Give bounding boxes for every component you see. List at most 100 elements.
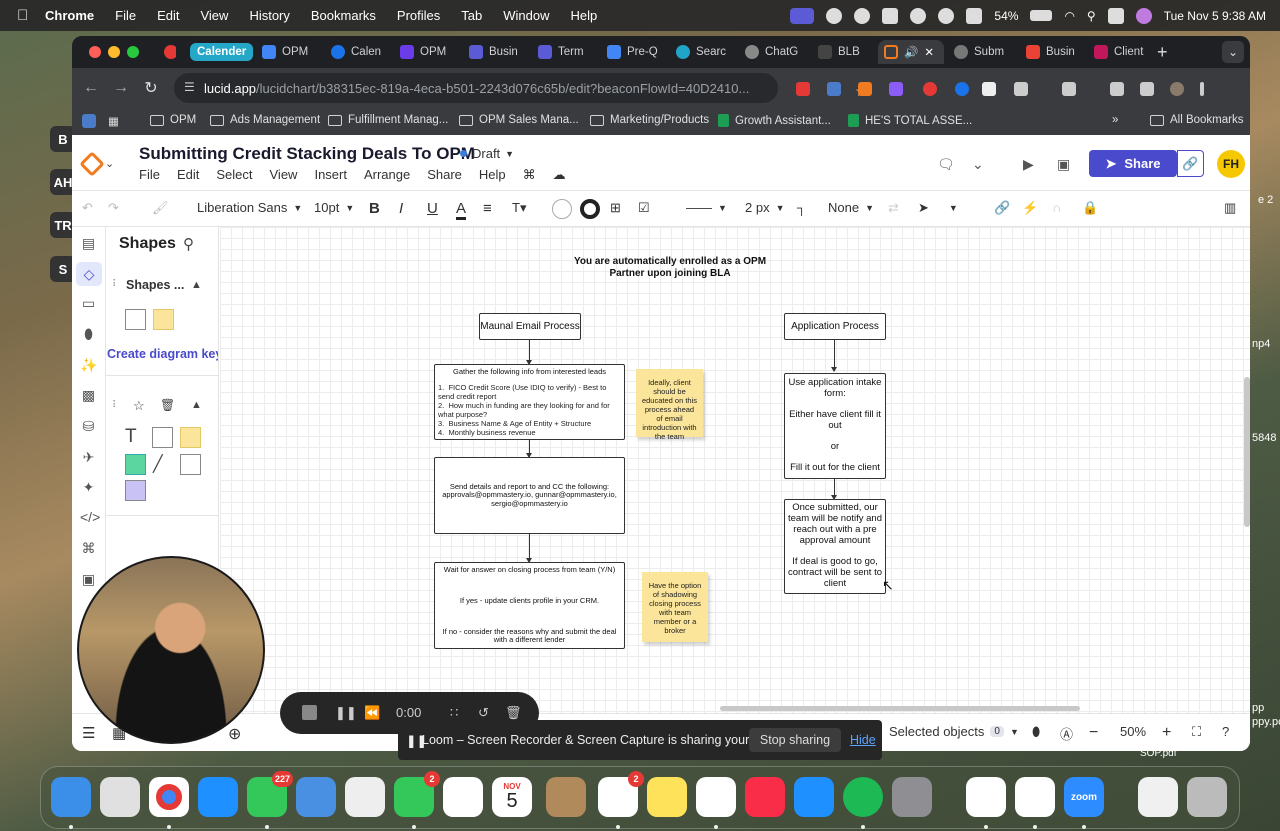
extension-icon[interactable] [923,82,937,96]
right-panel-toggle-icon[interactable]: ▥ [1224,200,1236,216]
manual-email-process-node[interactable]: Maunal Email Process [479,313,581,340]
chrome-icon[interactable] [149,777,189,817]
site-info-icon[interactable]: ☰ [184,80,195,94]
contacts-icon[interactable] [546,777,586,817]
menu-tab[interactable]: Tab [461,8,482,23]
shapes-icon[interactable]: ◇ [76,262,102,286]
status-app-icon[interactable] [854,7,871,24]
tab-submit[interactable]: Subm [948,40,1018,64]
tab-pinned[interactable] [158,40,176,64]
swap-arrows-icon[interactable]: ⇄ [888,200,899,216]
photos-icon[interactable] [443,777,483,817]
close-window-button[interactable] [89,46,101,58]
system-settings-icon[interactable] [892,777,932,817]
list-shape[interactable] [180,454,201,475]
font-family-select[interactable]: Liberation Sans ▼ [197,200,302,215]
image-icon[interactable]: ▩ [80,387,97,404]
horizontal-scrollbar[interactable] [720,706,1080,711]
share-button[interactable]: ➤ Share [1089,150,1177,177]
status-app-icon[interactable] [882,7,899,24]
reload-icon[interactable]: ↻ [136,78,166,98]
italic-button[interactable]: I [399,200,403,217]
menubar-clock[interactable]: Tue Nov 5 9:38 AM [1164,9,1266,23]
application-process-node[interactable]: Application Process [784,313,886,340]
lucid-menu-arrange[interactable]: Arrange [364,167,410,183]
monday-icon[interactable] [1015,777,1055,817]
rocket-icon[interactable]: ✈ [80,449,97,466]
fit-screen-icon[interactable]: ⛶ [1192,724,1201,740]
menu-window[interactable]: Window [503,8,549,23]
loom-webcam-bubble[interactable] [77,556,265,744]
sticky-note-shape[interactable] [180,427,201,448]
extension-icon[interactable] [982,82,996,96]
tab-gmail[interactable]: Busin [1020,40,1088,64]
tab-search-dropdown-icon[interactable]: ⌄ [1222,41,1244,63]
font-size-select[interactable]: 10pt ▼ [314,200,354,215]
layers-icon[interactable]: ⬮ [80,326,97,343]
flow-arrow[interactable] [831,479,837,500]
sticky-note[interactable]: Have the option of shadowing closing pro… [642,572,708,642]
sticky-note-shape[interactable] [153,309,174,330]
forward-arrow-icon[interactable]: → [106,79,136,97]
text-options-icon[interactable]: T▾ [512,200,526,216]
hide-sharing-bar-link[interactable]: Hide [850,733,876,747]
format-painter-icon[interactable]: 🖌 [152,200,169,216]
rewind-icon[interactable]: ⏪ [364,705,380,721]
tab-calendar[interactable]: Calen [325,40,393,64]
play-icon[interactable] [938,7,955,24]
launchpad-icon[interactable] [100,777,140,817]
spotify-icon[interactable] [843,777,883,817]
bookmarks-overflow-button[interactable]: » [1112,114,1118,126]
menu-file[interactable]: File [115,8,136,23]
bookmark-grid[interactable]: ▦ [108,114,119,128]
search-icon[interactable]: ⚲ [183,235,194,253]
sparkle-icon[interactable]: ✦ [80,479,97,496]
shape-options-icon[interactable]: ⊞ [610,200,621,216]
present-icon[interactable]: ▶ [1023,156,1034,173]
line-shape-icon[interactable]: ┐ [797,200,806,215]
download-icon[interactable] [1140,82,1154,96]
drag-handle-icon[interactable]: ⠇ [112,279,119,290]
flow-arrow[interactable] [526,340,532,365]
status-app-icon[interactable] [966,7,983,24]
style-options-icon[interactable]: ☑ [638,200,650,216]
document-title[interactable]: Submitting Credit Stacking Deals To OPM [139,144,475,164]
extension-icon[interactable] [889,82,903,96]
fill-color-button[interactable] [552,199,572,219]
tab-chatgpt[interactable]: ChatG [739,40,809,64]
comments-icon[interactable]: 🗨 [937,156,955,173]
screen-share-icon[interactable] [790,7,815,24]
reminders-icon[interactable]: 2 [598,771,644,817]
action-shape[interactable] [125,454,146,475]
trash-icon[interactable]: 🗑 [160,398,175,412]
lucid-menu-select[interactable]: Select [216,167,252,183]
redo-icon[interactable]: ↷ [108,200,119,216]
tab-opm[interactable]: OPM [256,40,324,64]
diagram-canvas[interactable]: You are automatically enrolled as a OPM … [220,227,1250,713]
wifi-icon[interactable]: ◠ [1064,9,1074,23]
bookmark-opm[interactable]: OPM [150,114,196,126]
flow-arrow[interactable] [526,440,532,458]
help-icon[interactable]: ? [1222,724,1229,739]
tab-lucid-active[interactable]: 🔊 ✕ [878,40,944,64]
battery-icon[interactable] [1030,10,1053,21]
settings-gear-icon[interactable] [826,7,843,24]
cloud-sync-icon[interactable]: ☁ [553,167,566,183]
pages-icon[interactable]: ▤ [80,235,97,252]
status-app-icon[interactable] [910,7,927,24]
trash-icon[interactable]: 🗑 [505,705,522,721]
extension-icon[interactable] [858,82,872,96]
magic-wand-icon[interactable]: ✨ [80,357,97,374]
submitted-node[interactable]: Once submitted, our team will be notify … [784,499,886,594]
create-diagram-key-link[interactable]: Create diagram key [107,347,218,361]
menu-edit[interactable]: Edit [157,8,179,23]
wait-answer-node[interactable]: Wait for answer on closing process from … [434,562,625,649]
chrome-menu-icon[interactable] [1200,82,1204,96]
tab-blb[interactable]: BLB [812,40,878,64]
trash-icon[interactable] [1187,777,1227,817]
text-shape[interactable]: T [125,426,137,448]
flow-arrow[interactable] [526,534,532,563]
freeform-icon[interactable] [696,777,736,817]
bookmark-ads-management[interactable]: Ads Management [210,114,320,126]
extensions-puzzle-icon[interactable] [1014,82,1028,96]
